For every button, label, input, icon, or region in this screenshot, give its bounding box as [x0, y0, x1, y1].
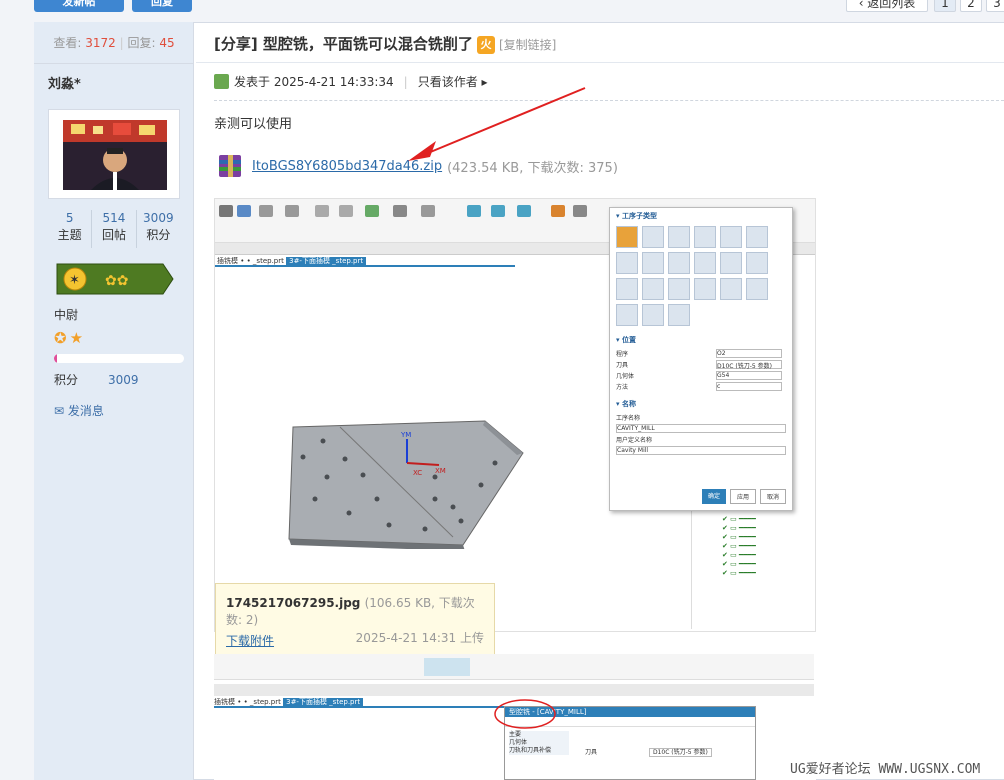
image-attachment-tooltip: 1745217067295.jpg (106.65 KB, 下载次数: 2) 下… [215, 583, 495, 657]
thread-stats: 查看: 3172 | 回复: 45 [34, 22, 194, 64]
page-3-button[interactable]: 3 [986, 0, 1004, 12]
user-name-field[interactable]: Cavity Mill [616, 446, 786, 455]
red-circle-annotation [494, 699, 556, 729]
upload-date: 2025-4-21 14:31 上传 [355, 631, 484, 645]
create-operation-dialog: ▾ 工序子类型 ▾ 位置 程序 O2 刀具 D10C (铣刀-5 参数) 几何体 G5… [609, 207, 793, 511]
dialog-nav-main[interactable]: 主要 [509, 731, 569, 739]
geometry-select[interactable]: G54 [716, 371, 782, 380]
dialog-section-subtype: ▾ 工序子类型 [616, 212, 657, 220]
method-select[interactable]: c [716, 382, 782, 391]
dialog-nav-toolpath[interactable]: 刀轨和刀具补偿 [509, 747, 569, 755]
points-row: 积分 3009 [54, 373, 139, 387]
divider [214, 100, 1004, 101]
op-icon[interactable] [616, 252, 638, 274]
credit-progress-fill [54, 354, 57, 363]
hot-icon: 火 [476, 35, 495, 54]
thread-title-text: [分享] 型腔铣，平面铣可以混合铣削了 [214, 35, 473, 53]
op-icon[interactable] [668, 252, 690, 274]
stat-reply[interactable]: 514 回帖 [92, 210, 137, 248]
back-to-list-button[interactable]: ‹ 返回列表 [846, 0, 928, 12]
dialog-section-location: ▾ 位置 [616, 336, 636, 344]
op-icon[interactable] [746, 226, 768, 248]
nx-tab-2[interactable]: 3#-下面插模 _step.prt [283, 698, 364, 706]
op-icon[interactable] [694, 226, 716, 248]
nx-tab-1[interactable]: 插铣模 • • _step.prt [217, 257, 284, 265]
stat-credits[interactable]: 3009 积分 [137, 210, 180, 248]
envelope-icon: ✉ [54, 404, 65, 418]
op-icon[interactable] [616, 304, 638, 326]
red-arrow-annotation [408, 87, 586, 161]
op-icon[interactable] [616, 278, 638, 300]
replies-label: 回复: [127, 36, 156, 50]
page-2-button[interactable]: 2 [960, 0, 982, 12]
op-icon[interactable] [642, 278, 664, 300]
operation-subtype-grid [610, 224, 792, 328]
user-online-icon [214, 74, 229, 89]
reply-button[interactable]: 回复 [132, 0, 192, 12]
stat-theme[interactable]: 5 主题 [48, 210, 93, 248]
tool-select[interactable]: D10C (铣刀-5 参数) [716, 360, 782, 370]
op-icon[interactable] [694, 278, 716, 300]
new-thread-button[interactable]: 发新帖 [34, 0, 124, 12]
program-select[interactable]: O2 [716, 349, 782, 358]
op-icon[interactable] [720, 226, 742, 248]
op-icon[interactable] [668, 278, 690, 300]
post-body: 亲测可以使用 [214, 117, 293, 132]
avatar[interactable] [48, 109, 180, 199]
views-count: 3172 [85, 36, 116, 50]
op-icon[interactable] [668, 226, 690, 248]
watermark: UG爱好者论坛 WWW.UGSNX.COM [790, 762, 981, 777]
nx-tab-2[interactable]: 3#-下面插模 _step.prt [286, 257, 367, 265]
image-filename: 1745217067295.jpg [226, 596, 361, 610]
page-1-button[interactable]: 1 [934, 0, 956, 12]
ok-button[interactable]: 确定 [701, 489, 726, 504]
svg-text:✶: ✶ [69, 273, 80, 288]
apply-button[interactable]: 应用 [729, 489, 756, 504]
author-rank: 中尉 [54, 308, 79, 322]
cavity-mill-icon[interactable] [616, 226, 638, 248]
cancel-button[interactable]: 取消 [759, 489, 786, 504]
axis-xc-label: XC [413, 469, 422, 477]
author-stats: 5 主题 514 回帖 3009 积分 [48, 210, 180, 248]
dialog-tool-select[interactable]: D10C (铣刀-5 参数) [648, 748, 712, 757]
op-icon[interactable] [720, 252, 742, 274]
rank-medal-icon: ✶ ✿✿ [56, 263, 174, 295]
operation-name-field[interactable]: CAVITY_MILL [616, 424, 786, 433]
published-time: 2025-4-21 14:33:34 [273, 74, 394, 89]
op-icon[interactable] [668, 304, 690, 326]
axis-y-label: YM [400, 431, 411, 439]
post-image-2[interactable]: 插铣模 • • _step.prt 3#-下面插模 _step.prt 型腔铣 … [214, 654, 816, 780]
author-name[interactable]: 刘淼* [48, 73, 81, 92]
op-icon[interactable] [642, 304, 664, 326]
rank-stars-icon: ✪★ [54, 329, 87, 347]
op-icon[interactable] [746, 252, 768, 274]
op-icon[interactable] [642, 226, 664, 248]
axis-x-label: XM [435, 467, 446, 475]
dialog-section-name: ▾ 名称 [616, 400, 636, 408]
top-toolbar: 发新帖 回复 ‹ 返回列表 1 2 3 [0, 0, 1004, 22]
views-label: 查看: [53, 36, 82, 50]
svg-text:✿✿: ✿✿ [105, 273, 128, 289]
avatar-image [63, 120, 167, 190]
op-icon[interactable] [720, 278, 742, 300]
credit-progress-bar [54, 354, 184, 363]
copy-link[interactable]: [复制链接] [499, 38, 556, 52]
part-model-image: YM XM XC [288, 420, 524, 549]
nx-tab-1[interactable]: 插铣模 • • _step.prt [214, 698, 281, 706]
divider [196, 62, 1004, 63]
replies-count: 45 [159, 36, 175, 50]
send-message-link[interactable]: ✉ 发消息 [54, 402, 104, 419]
op-icon[interactable] [694, 252, 716, 274]
post-image-1[interactable]: 插铣模 • • _step.prt 3#-下面插模 _step.prt YM X… [214, 198, 816, 632]
thread-title: [分享] 型腔铣，平面铣可以混合铣削了火 [复制链接] [214, 33, 556, 54]
archive-file-icon [219, 155, 241, 177]
dialog-nav-geometry[interactable]: 几何体 [509, 739, 569, 747]
op-icon[interactable] [642, 252, 664, 274]
published-prefix: 发表于 [234, 75, 271, 89]
op-icon[interactable] [746, 278, 768, 300]
